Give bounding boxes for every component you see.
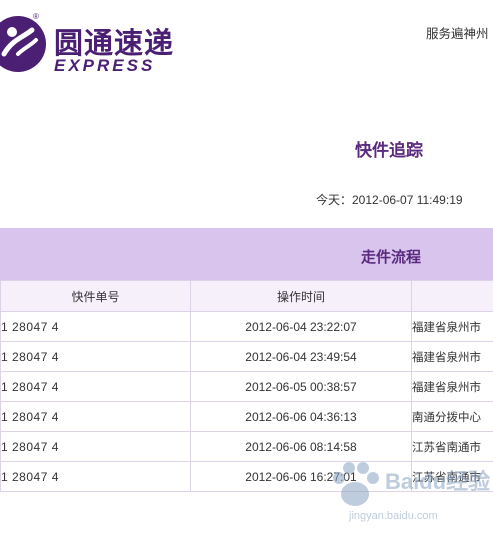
- column-header-number: 快件单号: [0, 280, 191, 312]
- location-cell: 福建省泉州市: [411, 311, 493, 342]
- paw-icon: [333, 462, 379, 506]
- table-row: 1 28047 4 2012-06-05 00:38:57 福建省泉州市: [0, 371, 493, 402]
- location-cell: 江苏省南通市: [411, 431, 493, 462]
- table-row: 1 28047 4 2012-06-04 23:49:54 福建省泉州市: [0, 341, 493, 372]
- table-row: 1 28047 4 2012-06-04 23:22:07 福建省泉州市: [0, 311, 493, 342]
- table-row: 1 28047 4 2012-06-06 04:36:13 南通分拨中心: [0, 401, 493, 432]
- location-cell: 福建省泉州市: [411, 341, 493, 372]
- column-header-place: [411, 280, 493, 312]
- yto-logo-mark-icon: [0, 16, 46, 72]
- column-header-time: 操作时间: [190, 280, 412, 312]
- operation-time-cell: 2012-06-04 23:22:07: [190, 311, 412, 342]
- current-datetime: 今天：2012-06-07 11:49:19: [316, 193, 463, 207]
- logo-english-name: EXPRESS: [54, 56, 156, 75]
- tracking-number-cell: 1 28047 4: [0, 461, 191, 492]
- operation-time-cell: 2012-06-04 23:49:54: [190, 341, 412, 372]
- operation-time-cell: 2012-06-05 00:38:57: [190, 371, 412, 402]
- tracking-number-cell: 1 28047 4: [0, 311, 191, 342]
- tracking-number-cell: 1 28047 4: [0, 341, 191, 372]
- tracking-number-cell: 1 28047 4: [0, 401, 191, 432]
- yto-logo[interactable]: ® 圆通速递 EXPRESS: [0, 8, 173, 80]
- baidu-jingyan-watermark: Baidu经验 jingyan.baidu.com: [325, 458, 490, 528]
- registered-mark: ®: [33, 12, 39, 21]
- tracking-number-cell: 1 28047 4: [0, 371, 191, 402]
- header-slogan: 服务遍神州: [426, 26, 489, 41]
- table-header-row: 快件单号 操作时间: [0, 280, 493, 312]
- tracking-number-cell: 1 28047 4: [0, 431, 191, 462]
- table-row: 1 28047 4 2012-06-06 08:14:58 江苏省南通市: [0, 431, 493, 462]
- location-cell: 福建省泉州市: [411, 371, 493, 402]
- page-title: 快件追踪: [355, 141, 423, 161]
- watermark-text: Baidu经验: [385, 469, 491, 494]
- location-cell: 南通分拨中心: [411, 401, 493, 432]
- operation-time-cell: 2012-06-06 04:36:13: [190, 401, 412, 432]
- watermark-url: jingyan.baidu.com: [349, 510, 438, 522]
- operation-time-cell: 2012-06-06 08:14:58: [190, 431, 412, 462]
- section-title: 走件流程: [361, 248, 422, 266]
